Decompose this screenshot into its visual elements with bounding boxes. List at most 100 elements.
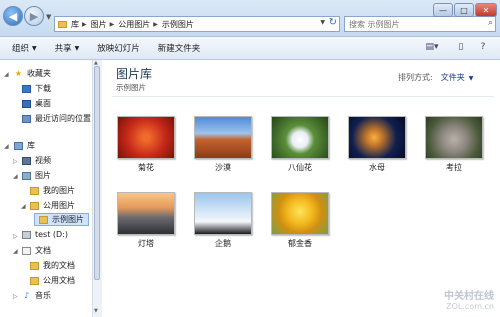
recent-pages-dropdown[interactable]: ▼ [46,13,51,21]
back-button[interactable]: ◀ [3,6,23,26]
close-icon: ✕ [482,5,490,15]
file-name: 灯塔 [138,239,154,248]
collapse-arrow-icon[interactable]: ◢ [4,71,9,78]
help-icon: ? [480,42,486,52]
thumbnail-image [117,192,175,235]
arrow-right-icon: ▶ [29,9,39,23]
help-button[interactable]: ? [476,40,490,54]
nav-videos[interactable]: 视频 [22,155,51,166]
expand-arrow-icon[interactable]: ▷ [13,293,18,300]
nav-downloads[interactable]: 下载 [22,83,51,94]
thumbnail-image [348,116,406,159]
header-divider [112,96,494,97]
preview-pane-button[interactable]: ▯ [454,40,468,54]
file-name: 沙漠 [215,163,231,172]
chevron-right-icon[interactable]: ▶ [82,21,87,28]
chevron-right-icon[interactable]: ▶ [153,21,158,28]
thumbnail-image [194,192,252,235]
preview-pane-icon: ▯ [458,42,464,52]
file-tile-jellyfish[interactable]: 水母 [342,116,412,173]
address-bar[interactable]: 库 ▶ 图片 ▶ 公用图片 ▶ 示例图片 ▼ ↻ [54,16,340,32]
library-title: 图片库 [116,67,153,81]
folder-icon [39,215,48,224]
search-icon[interactable]: ⌕ [488,18,493,28]
nav-test-drive[interactable]: test (D:) [22,230,68,239]
file-name: 考拉 [446,163,462,172]
minimize-button[interactable]: — [433,3,453,17]
address-dropdown-icon[interactable]: ▼ [320,19,325,26]
thumbnail-image [194,116,252,159]
library-icon [14,141,23,150]
desktop-icon [22,99,31,108]
collapse-arrow-icon[interactable]: ◢ [4,143,9,150]
nav-my-pictures[interactable]: 我的图片 [30,185,75,196]
scroll-thumb[interactable] [94,66,100,280]
collapse-arrow-icon[interactable]: ◢ [13,173,18,180]
arrange-by-dropdown[interactable]: 文件夹 ▼ [441,72,474,83]
thumbnail-image [271,192,329,235]
file-tile-hydrangeas[interactable]: 八仙花 [265,116,335,173]
change-view-button[interactable]: ▤▾ [420,40,444,54]
expand-arrow-icon[interactable]: ▷ [13,233,18,240]
drive-icon [22,230,31,239]
star-icon: ★ [14,69,23,78]
breadcrumb-pictures[interactable]: 图片 ▶ [91,19,115,30]
share-button[interactable]: 共享 ▼ [55,42,80,54]
nav-documents[interactable]: 文档 [22,245,51,256]
scroll-down-icon[interactable]: ▼ [94,308,98,314]
nav-pictures[interactable]: 图片 [22,170,51,181]
recent-places-icon [22,114,31,123]
nav-favorites[interactable]: ★ 收藏夹 [14,68,51,79]
file-tile-lighthouse[interactable]: 灯塔 [111,192,181,249]
nav-public-pictures[interactable]: 公用图片 [30,200,75,211]
minimize-icon: — [439,5,447,15]
nav-desktop[interactable]: 桌面 [22,98,51,109]
expand-arrow-icon[interactable]: ▷ [13,158,18,165]
music-note-icon: ♪ [23,291,30,300]
nav-recent-places[interactable]: 最近访问的位置 [22,113,91,124]
arrange-by-label: 排列方式: [398,73,433,82]
breadcrumb-library[interactable]: 库 ▶ [71,19,87,30]
arrow-left-icon: ◀ [8,9,18,23]
title-bar: ◀ ▶ ▼ 库▶ 图片▶ 公用图片▶ 示例图片 ▼ ↻ ⌕ — □ ✕ [0,0,500,37]
organize-button[interactable]: 组织 ▼ [12,42,37,54]
folder-icon [30,276,39,285]
thumbnail-image [117,116,175,159]
maximize-button[interactable]: □ [454,3,474,17]
collapse-arrow-icon[interactable]: ◢ [13,248,18,255]
chevron-right-icon[interactable]: ▶ [110,21,115,28]
close-button[interactable]: ✕ [475,3,497,17]
maximize-icon: □ [460,5,468,15]
thumbnail-image [271,116,329,159]
nav-libraries[interactable]: 库 [14,140,35,151]
library-subtitle: 示例图片 [116,83,146,92]
file-tile-penguins[interactable]: 企鹅 [188,192,258,249]
nav-music[interactable]: ♪ 音乐 [22,290,51,301]
folder-icon [58,20,67,28]
nav-scrollbar[interactable]: ▲ ▼ [92,60,102,317]
search-input[interactable] [344,16,496,32]
file-name: 郁金香 [288,239,312,248]
file-name: 菊花 [138,163,154,172]
nav-public-documents[interactable]: 公用文档 [30,275,75,286]
new-folder-button[interactable]: 新建文件夹 [158,42,201,54]
file-tile-koala[interactable]: 考拉 [419,116,489,173]
view-icon: ▤▾ [425,42,439,52]
file-tile-desert[interactable]: 沙漠 [188,116,258,173]
watermark: 中关村在线 ZOL.com.cn [444,291,494,311]
file-name: 水母 [369,163,385,172]
file-tile-tulips[interactable]: 郁金香 [265,192,335,249]
file-tile-chrysanthemum[interactable]: 菊花 [111,116,181,173]
file-name: 八仙花 [288,163,312,172]
forward-button[interactable]: ▶ [24,6,44,26]
nav-sample-pictures[interactable]: 示例图片 [34,213,89,226]
file-name: 企鹅 [215,239,231,248]
refresh-icon[interactable]: ↻ [329,17,337,28]
collapse-arrow-icon[interactable]: ◢ [21,203,26,210]
nav-my-documents[interactable]: 我的文档 [30,260,75,271]
breadcrumb-sample-pictures[interactable]: 示例图片 [162,19,194,30]
chevron-down-icon: ▼ [32,44,37,52]
chevron-down-icon: ▼ [74,44,80,52]
breadcrumb-public-pictures[interactable]: 公用图片 ▶ [118,19,158,30]
slideshow-button[interactable]: 放映幻灯片 [97,42,140,54]
